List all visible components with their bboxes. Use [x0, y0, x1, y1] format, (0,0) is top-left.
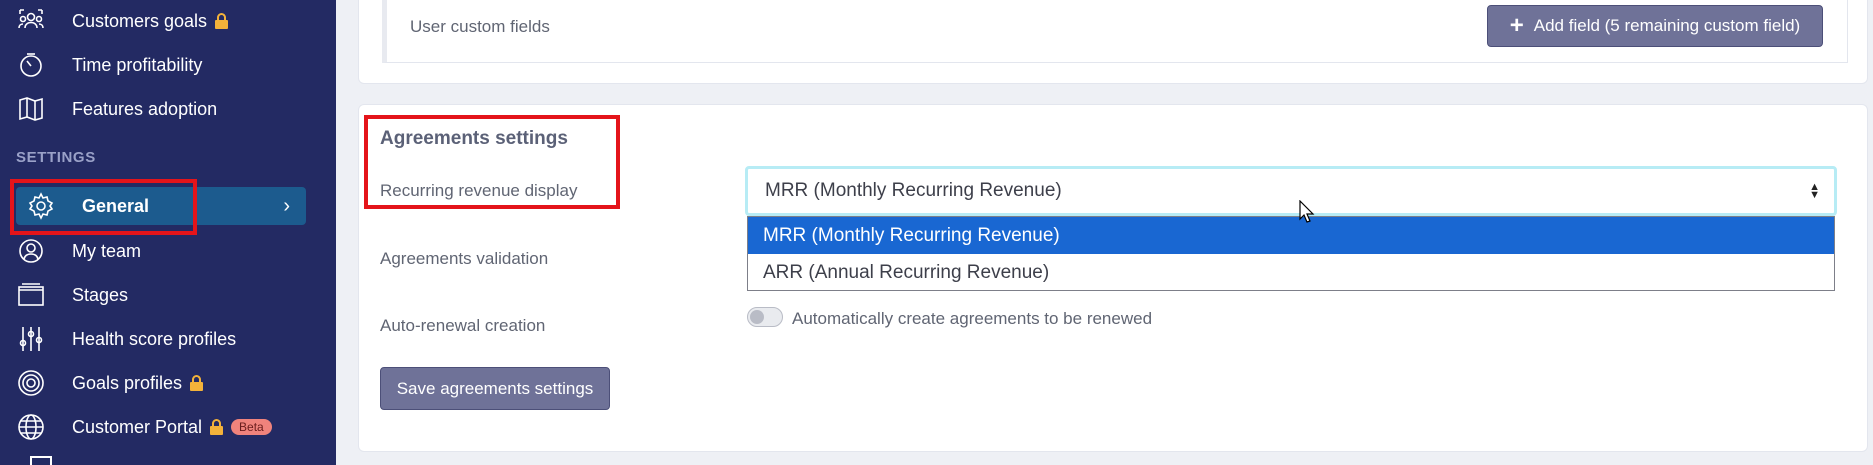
add-field-button-label: Add field (5 remaining custom field)	[1533, 16, 1801, 35]
sidebar-item-stages[interactable]: Stages	[16, 276, 306, 314]
sidebar-item-label: Health score profiles	[72, 328, 237, 349]
recurring-revenue-select[interactable]: MRR (Monthly Recurring Revenue) ▲ ▼	[745, 166, 1837, 216]
sidebar-item-health-score-profiles[interactable]: Health score profiles	[16, 320, 306, 358]
auto-renewal-toggle[interactable]	[747, 307, 783, 327]
add-field-button[interactable]: + Add field (5 remaining custom field)	[1487, 5, 1823, 47]
auto-renewal-label: Auto-renewal creation	[380, 316, 546, 335]
custom-fields-label: User custom fields	[410, 17, 550, 36]
sliders-icon	[16, 324, 46, 354]
option-arr[interactable]: ARR (Annual Recurring Revenue)	[748, 254, 1834, 291]
lock-icon	[210, 419, 224, 435]
agreements-validation-label: Agreements validation	[380, 249, 549, 268]
sidebar-item-label: Time profitability	[72, 54, 203, 75]
sidebar-item-label: Customers goals	[72, 10, 208, 31]
sidebar-item-label: Features adoption	[72, 98, 218, 119]
users-group-icon	[16, 6, 46, 36]
beta-badge: Beta	[231, 419, 272, 435]
option-mrr[interactable]: MRR (Monthly Recurring Revenue)	[748, 217, 1834, 254]
partial-icon	[30, 456, 52, 465]
sidebar-item-customers-goals[interactable]: Customers goals	[16, 2, 306, 40]
map-icon	[16, 94, 46, 124]
globe-icon	[16, 412, 46, 442]
sort-caret-icon: ▲ ▼	[1809, 181, 1820, 201]
lock-icon	[190, 375, 204, 391]
sidebar-item-label: My team	[72, 240, 142, 261]
sidebar-item-label: Stages	[72, 284, 129, 305]
sidebar-item-customer-portal[interactable]: Customer Portal Beta	[16, 408, 306, 446]
save-agreements-button[interactable]: Save agreements settings	[380, 367, 610, 410]
auto-renewal-toggle-text: Automatically create agreements to be re…	[792, 309, 1153, 328]
sidebar-item-time-profitability[interactable]: Time profitability	[16, 46, 306, 84]
mouse-cursor-icon	[1299, 199, 1315, 229]
highlight-box-general	[10, 179, 197, 235]
settings-section-label: SETTINGS	[16, 149, 96, 166]
sidebar-item-label: Goals profiles	[72, 372, 183, 393]
recurring-revenue-dropdown: MRR (Monthly Recurring Revenue) ARR (Ann…	[747, 216, 1835, 291]
chevron-right-icon: ›	[283, 194, 290, 217]
sidebar-item-goals-profiles[interactable]: Goals profiles	[16, 364, 306, 402]
sidebar-item-label: Customer Portal	[72, 416, 203, 437]
clock-icon	[16, 50, 46, 80]
sidebar-item-my-team[interactable]: My team	[16, 232, 306, 270]
highlight-box-agreements	[364, 115, 620, 209]
target-icon	[16, 368, 46, 398]
stages-icon	[16, 280, 46, 310]
user-icon	[16, 236, 46, 266]
save-agreements-button-label: Save agreements settings	[396, 378, 594, 398]
select-value: MRR (Monthly Recurring Revenue)	[765, 180, 1062, 201]
sidebar-item-features-adoption[interactable]: Features adoption	[16, 90, 306, 128]
lock-icon	[215, 13, 229, 29]
plus-icon: +	[1509, 12, 1524, 39]
